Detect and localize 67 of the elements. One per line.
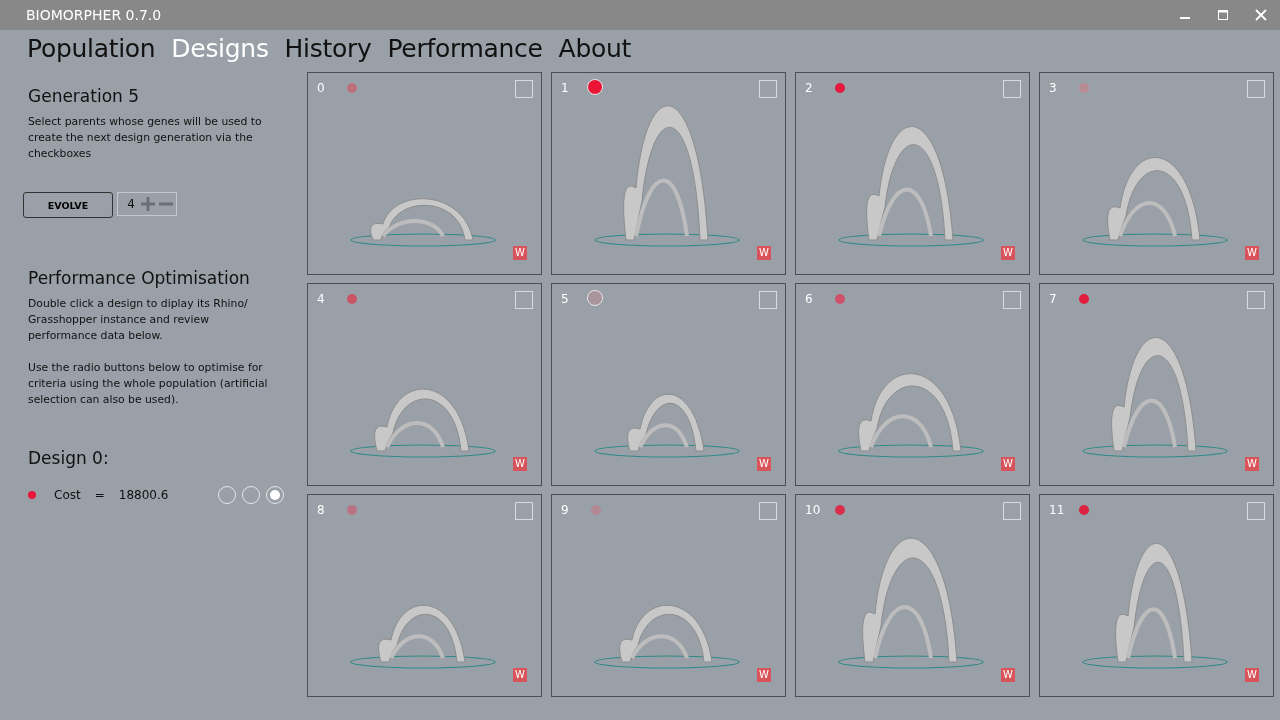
stepper-value: 4 — [127, 197, 135, 211]
design-card[interactable]: 0 W — [307, 72, 542, 275]
design-card[interactable]: 5 W — [551, 283, 786, 486]
design-card[interactable]: 4 W — [307, 283, 542, 486]
criterion-value: 18800.6 — [118, 488, 169, 502]
design-number: 4 — [317, 292, 325, 306]
w-badge: W — [1001, 457, 1015, 471]
w-badge: W — [757, 246, 771, 260]
design-card[interactable]: 8 W — [307, 494, 542, 697]
design-number: 5 — [561, 292, 569, 306]
w-badge: W — [1001, 246, 1015, 260]
checkbox[interactable] — [515, 502, 533, 520]
checkbox[interactable] — [1003, 502, 1021, 520]
design-card[interactable]: 2 W — [795, 72, 1030, 275]
w-badge: W — [513, 457, 527, 471]
design-card[interactable]: 6 W — [795, 283, 1030, 486]
design-card[interactable]: 7 W — [1039, 283, 1274, 486]
evolve-button[interactable]: EVOLVE — [23, 192, 113, 218]
nav-tab[interactable]: Population — [27, 34, 156, 74]
design-card[interactable]: 9 W — [551, 494, 786, 697]
equals-sign: = — [94, 488, 105, 502]
checkbox[interactable] — [1003, 80, 1021, 98]
checkbox[interactable] — [1003, 291, 1021, 309]
w-badge: W — [757, 457, 771, 471]
nav-tab[interactable]: History — [284, 34, 372, 74]
generation-heading: Generation 5 — [28, 86, 141, 106]
design-number: 8 — [317, 503, 325, 517]
checkbox[interactable] — [1247, 80, 1265, 98]
design-number: 10 — [805, 503, 821, 517]
design-number: 6 — [805, 292, 813, 306]
design-number: 9 — [561, 503, 569, 517]
design-number: 0 — [317, 81, 325, 95]
checkbox[interactable] — [1247, 291, 1265, 309]
design-heading: Design 0: — [28, 448, 110, 468]
nav-tab[interactable]: About — [558, 34, 631, 74]
checkbox[interactable] — [1247, 502, 1265, 520]
w-badge: W — [1245, 668, 1259, 682]
checkbox[interactable] — [759, 80, 777, 98]
design-card[interactable]: 1 W — [551, 72, 786, 275]
w-badge: W — [1245, 246, 1259, 260]
design-card[interactable]: 10 W — [795, 494, 1030, 697]
plus-icon[interactable] — [140, 196, 156, 212]
w-badge: W — [513, 668, 527, 682]
nav-tab[interactable]: Performance — [387, 34, 543, 74]
design-number: 3 — [1049, 81, 1057, 95]
checkbox[interactable] — [515, 80, 533, 98]
design-number: 2 — [805, 81, 813, 95]
optimisation-heading: Performance Optimisation — [28, 268, 251, 288]
design-card[interactable]: 3 W — [1039, 72, 1274, 275]
design-card[interactable]: 11 W — [1039, 494, 1274, 697]
design-number: 11 — [1049, 503, 1065, 517]
w-badge: W — [1001, 668, 1015, 682]
checkbox[interactable] — [515, 291, 533, 309]
design-number: 7 — [1049, 292, 1057, 306]
w-badge: W — [757, 668, 771, 682]
w-badge: W — [513, 246, 527, 260]
w-badge: W — [1245, 457, 1259, 471]
criterion-name: Cost — [54, 488, 81, 502]
window-title: BIOMORPHER 0.7.0 — [26, 7, 163, 23]
instruction-text: Select parents whose genes will be used to create the next design generation via the checkboxes — [28, 114, 263, 162]
instruction-text: Use the radio buttons below to optimise for criteria using the whole population (artificial selection can also be used). — [28, 360, 269, 408]
checkbox[interactable] — [759, 291, 777, 309]
checkbox[interactable] — [759, 502, 777, 520]
instruction-text: Double click a design to diplay its Rhino/ Grasshopper instance and review performance data below. — [28, 296, 249, 344]
design-number: 1 — [561, 81, 569, 95]
nav-tab[interactable]: Designs — [171, 34, 269, 74]
count-stepper[interactable]: 4 — [117, 192, 177, 216]
